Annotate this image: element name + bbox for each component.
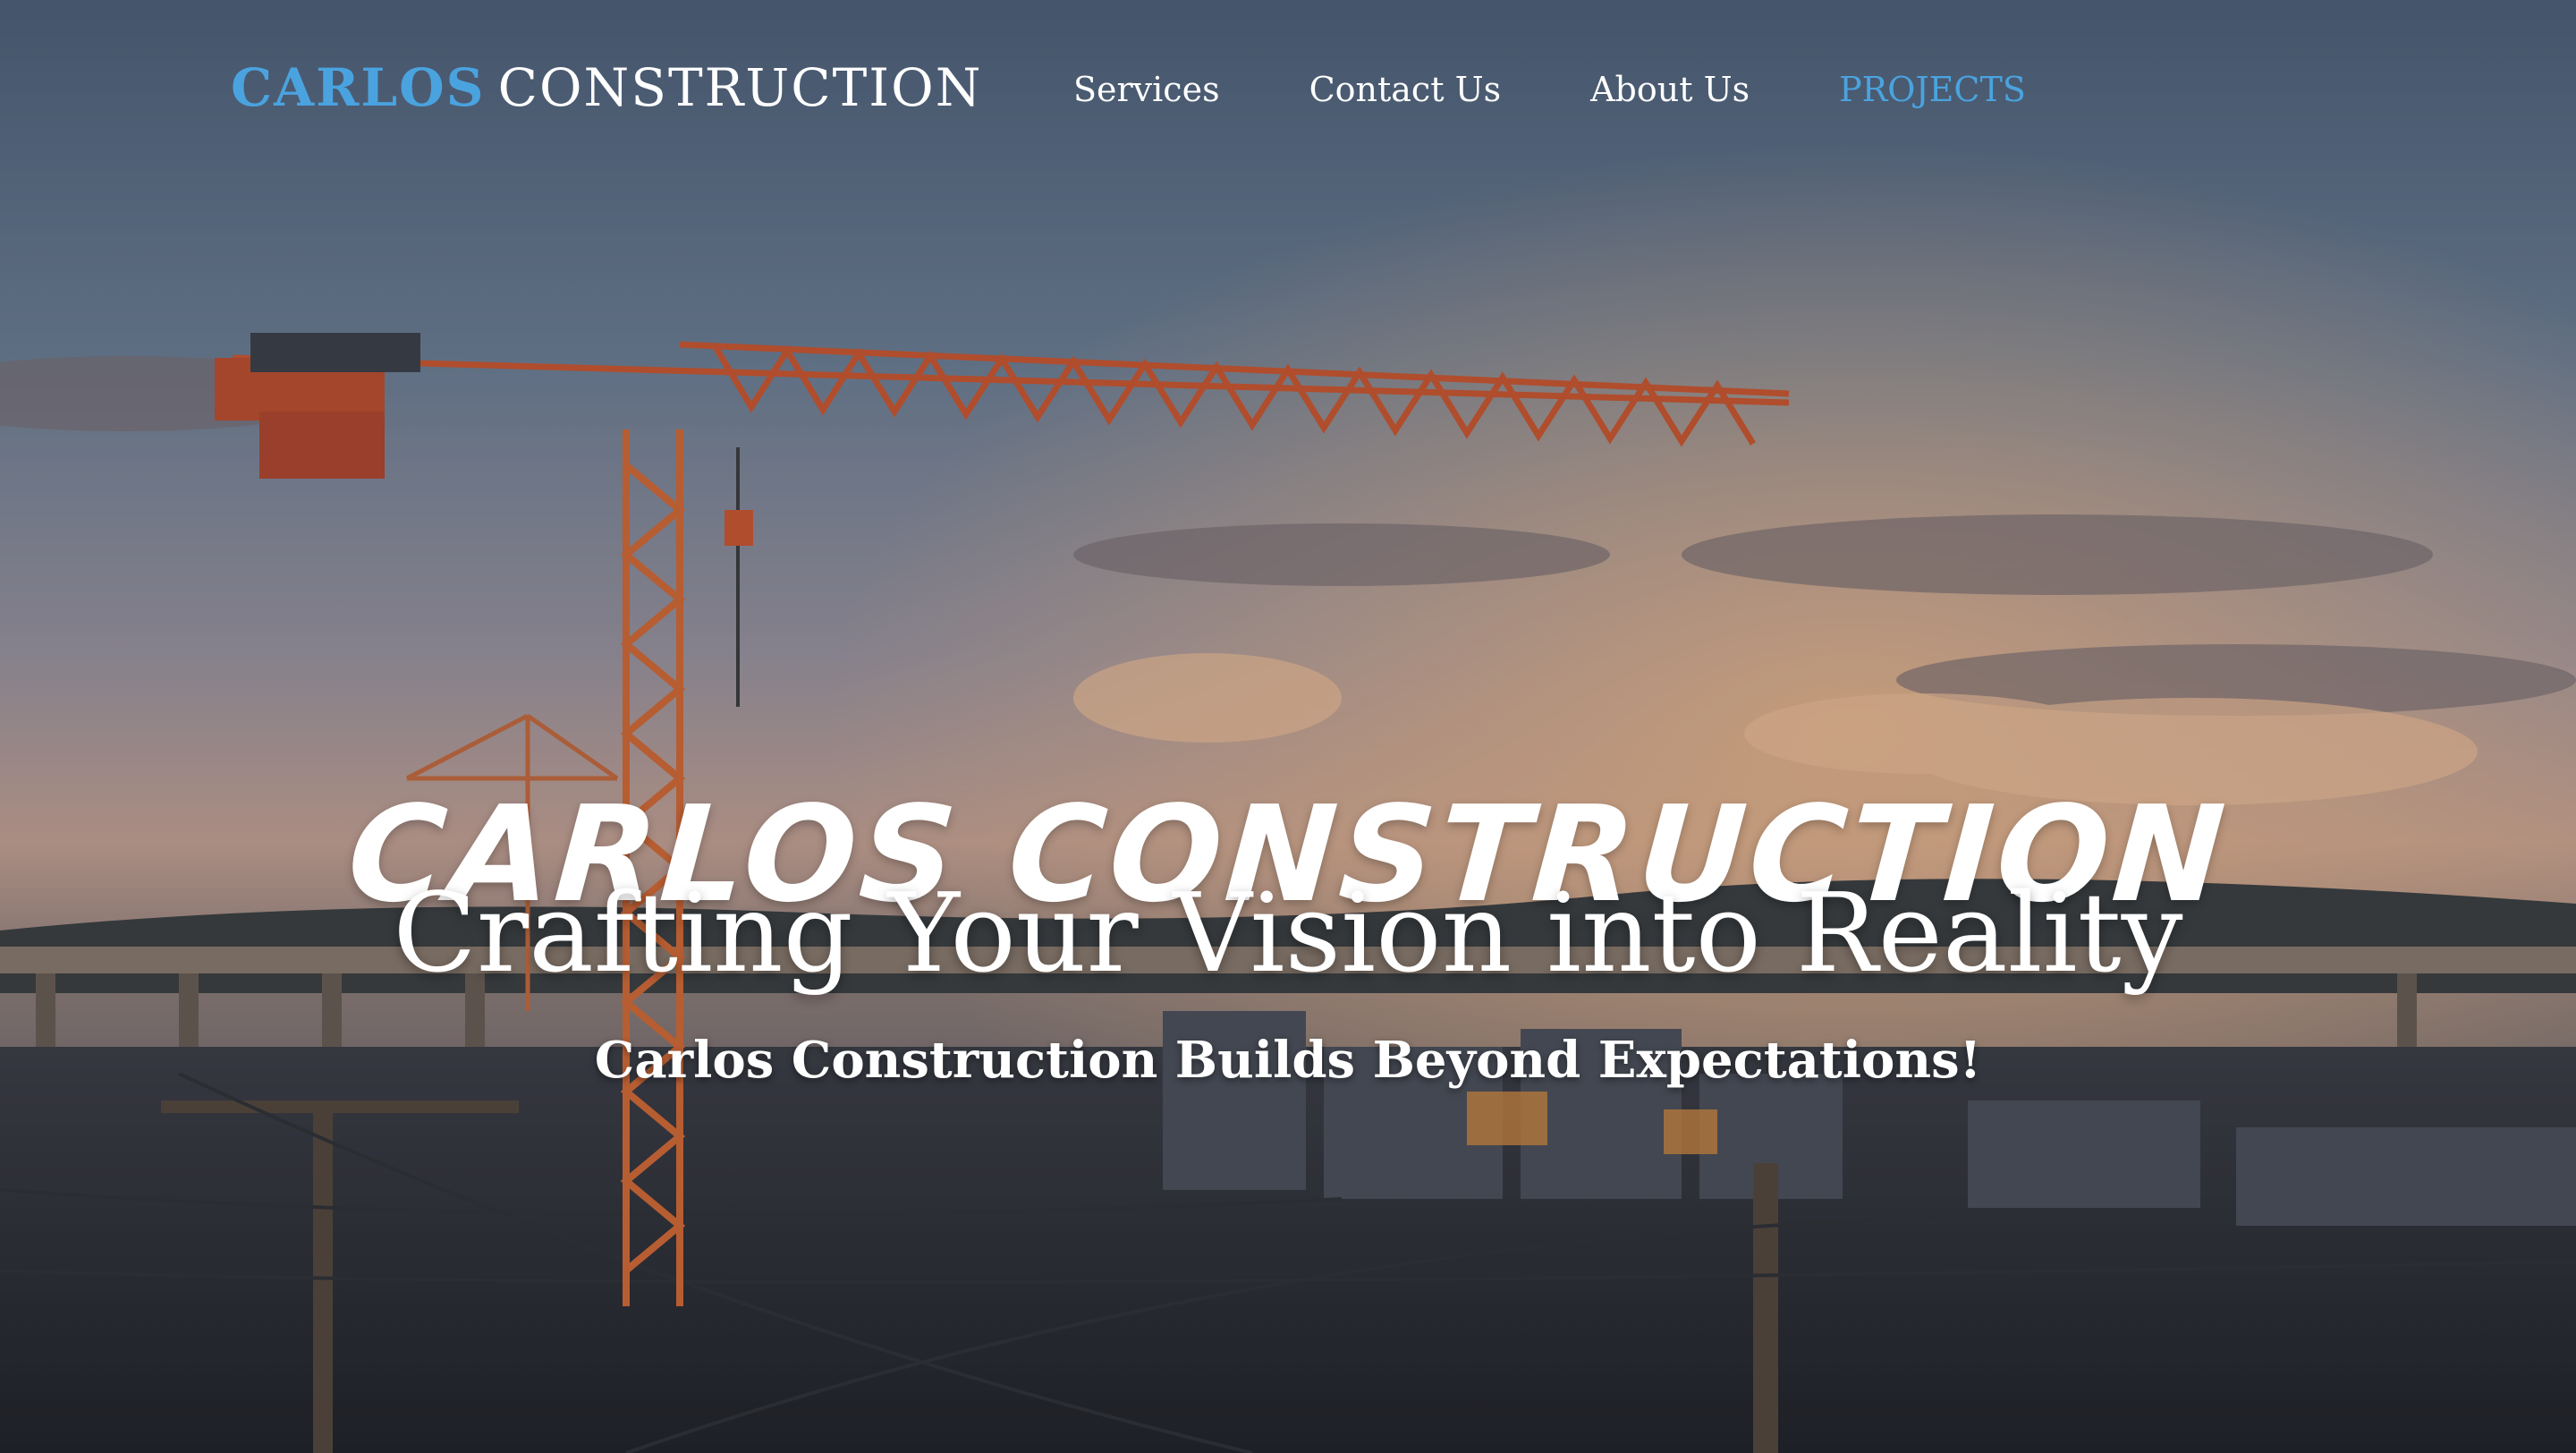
- nav-link-projects[interactable]: PROJECTS: [1839, 70, 2026, 109]
- nav-link-about-us[interactable]: About Us: [1590, 70, 1750, 109]
- hero-section: CARLOS CONSTRUCTION Services Contact Us A…: [0, 0, 2576, 1453]
- brand-name-second: CONSTRUCTION: [497, 57, 983, 118]
- hero-subline: Carlos Construction Builds Beyond Expect…: [594, 1031, 1982, 1090]
- brand-logo[interactable]: CARLOS CONSTRUCTION: [231, 57, 982, 118]
- nav-link-contact-us[interactable]: Contact Us: [1309, 70, 1502, 109]
- hero-background-image: [0, 0, 2576, 1453]
- top-navigation: CARLOS CONSTRUCTION Services Contact Us A…: [0, 0, 2576, 188]
- nav-link-services[interactable]: Services: [1073, 70, 1220, 109]
- hero-tagline: Crafting Your Vision into Reality: [393, 870, 2183, 997]
- brand-name-first: CARLOS: [231, 57, 486, 118]
- nav-menu: Services Contact Us About Us PROJECTS: [1073, 70, 2026, 109]
